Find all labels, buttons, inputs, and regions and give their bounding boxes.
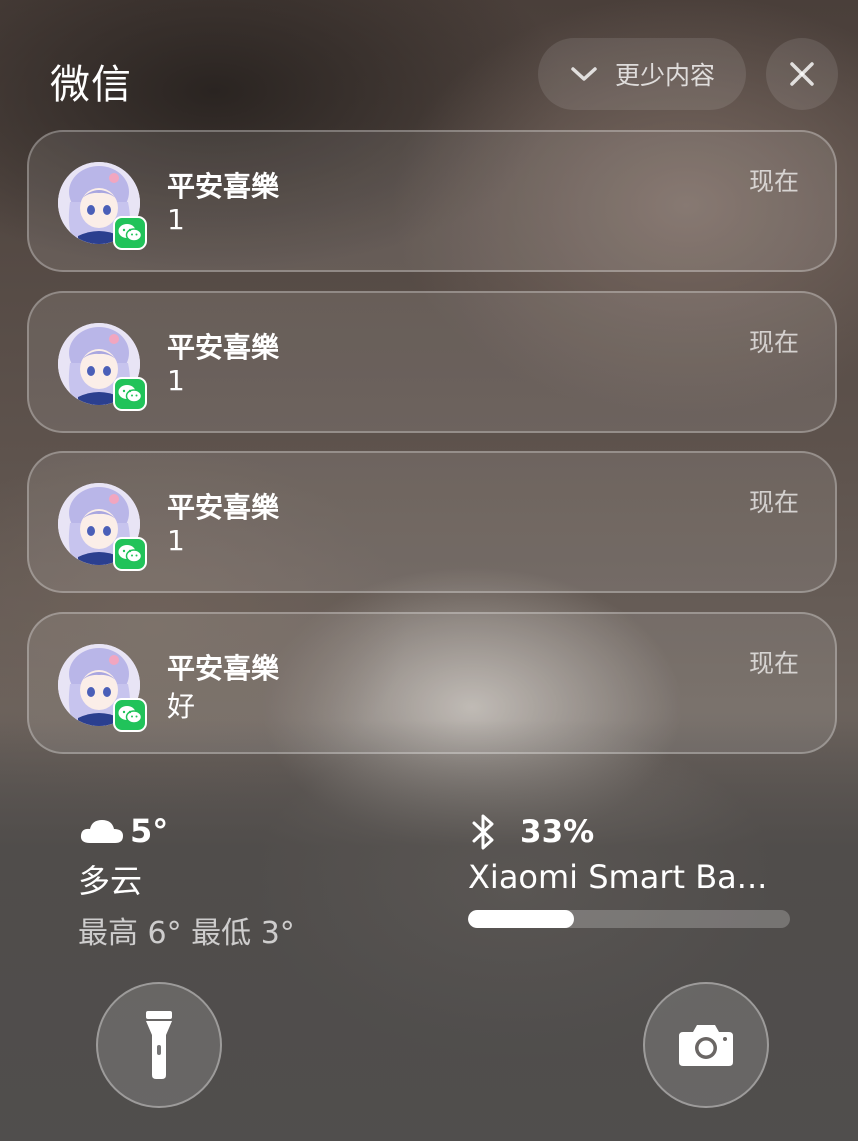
notification-sender: 平安喜樂 [167,170,280,203]
cloud-icon [80,820,123,843]
chevron-down-icon [571,67,597,81]
notification-message: 好 [167,690,196,723]
camera-button[interactable] [643,982,769,1108]
close-icon [790,62,814,86]
wechat-icon [113,698,147,732]
wechat-icon [113,537,147,571]
flashlight-button[interactable] [96,982,222,1108]
weather-temperature: 5° [130,812,169,850]
show-less-label: 更少内容 [614,61,715,90]
notification-time: 现在 [748,167,799,196]
notification-message: 1 [167,524,185,557]
notification-sender: 平安喜樂 [167,652,280,685]
notification-message: 1 [167,364,185,397]
notification-card[interactable]: 平安喜樂 1 现在 [27,291,837,433]
device-battery-widget[interactable]: 33% Xiaomi Smart Ba... [468,812,790,928]
close-button[interactable] [766,38,838,110]
bluetooth-icon [472,814,494,850]
notification-time: 现在 [748,328,799,357]
flashlight-icon [146,1011,172,1079]
battery-level-fill [468,910,575,928]
camera-icon [679,1025,733,1066]
battery-percent: 33% [520,814,595,850]
notification-card[interactable]: 平安喜樂 好 现在 [27,612,837,754]
wechat-icon [113,377,147,411]
notification-time: 现在 [748,488,799,517]
notification-card[interactable]: 平安喜樂 1 现在 [27,451,837,593]
notification-message: 1 [167,203,185,236]
notification-group-title: 微信 [50,62,132,108]
notification-sender: 平安喜樂 [167,331,280,364]
notification-time: 现在 [748,649,799,678]
weather-range: 最高 6° 最低 3° [78,916,295,951]
notification-card[interactable]: 平安喜樂 1 现在 [27,130,837,272]
weather-condition: 多云 [78,862,143,900]
weather-widget[interactable]: 5° 多云 最高 6° 最低 3° [78,812,295,952]
wechat-icon [113,216,147,250]
show-less-button[interactable]: 更少内容 [538,38,746,110]
battery-level-bar [468,910,790,928]
notification-sender: 平安喜樂 [167,491,280,524]
device-name: Xiaomi Smart Ba... [468,858,768,896]
